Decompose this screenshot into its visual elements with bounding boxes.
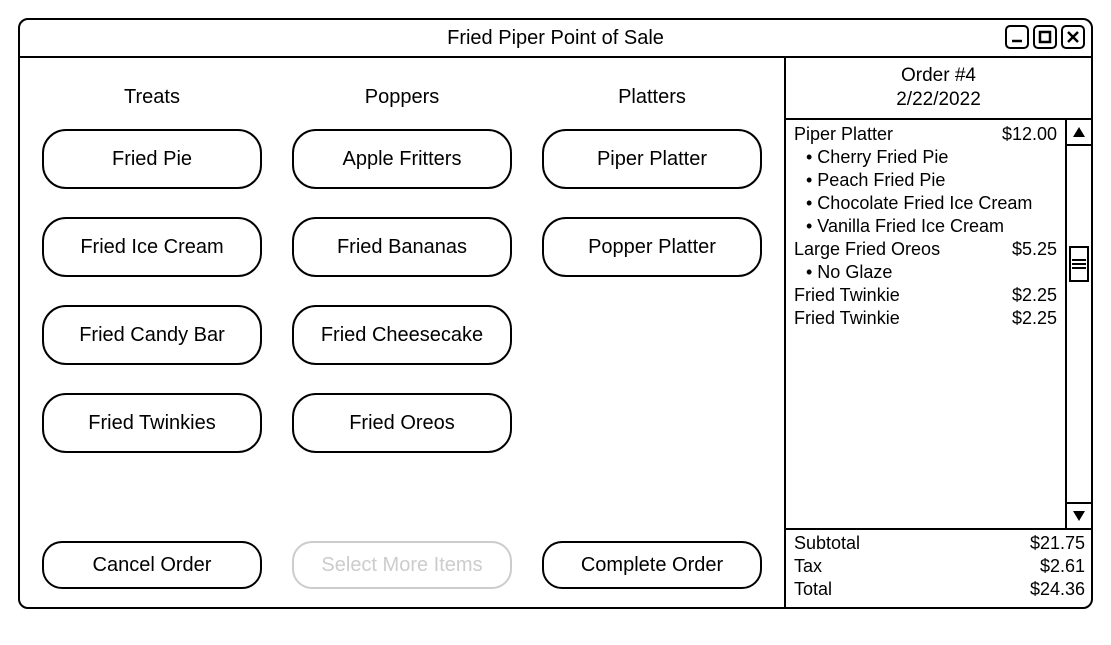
minimize-icon <box>1010 30 1024 44</box>
scrollbar[interactable] <box>1065 120 1091 528</box>
order-line[interactable]: Fried Twinkie$2.25 <box>794 307 1059 330</box>
subtotal-value: $21.75 <box>1030 532 1085 555</box>
scrollbar-thumb[interactable] <box>1069 246 1089 282</box>
minimize-button[interactable] <box>1005 25 1029 49</box>
order-line-name: Large Fried Oreos <box>794 238 1012 261</box>
cancel-order-button[interactable]: Cancel Order <box>42 541 262 589</box>
order-line-name: Piper Platter <box>794 123 1002 146</box>
app-window: Fried Piper Point of Sale Treats Fried P… <box>18 18 1093 609</box>
item-fried-bananas[interactable]: Fried Bananas <box>292 217 512 277</box>
item-fried-twinkies[interactable]: Fried Twinkies <box>42 393 262 453</box>
item-label: Fried Cheesecake <box>321 324 483 347</box>
item-popper-platter[interactable]: Popper Platter <box>542 217 762 277</box>
item-label: Fried Bananas <box>337 236 467 259</box>
action-row: Cancel Order Select More Items Complete … <box>42 535 762 589</box>
window-title: Fried Piper Point of Sale <box>20 27 1091 50</box>
item-label: Piper Platter <box>597 148 707 171</box>
close-button[interactable] <box>1061 25 1085 49</box>
order-subline: • Chocolate Fried Ice Cream <box>794 192 1059 215</box>
order-date: 2/22/2022 <box>790 88 1087 112</box>
button-label: Cancel Order <box>93 554 212 577</box>
item-label: Fried Oreos <box>349 412 455 435</box>
order-subline: • Peach Fried Pie <box>794 169 1059 192</box>
subtotal-label: Subtotal <box>794 532 1030 555</box>
item-piper-platter[interactable]: Piper Platter <box>542 129 762 189</box>
col-treats: Treats Fried Pie Fried Ice Cream Fried C… <box>42 78 262 535</box>
item-label: Fried Candy Bar <box>79 324 225 347</box>
close-icon <box>1066 30 1080 44</box>
complete-order-button[interactable]: Complete Order <box>542 541 762 589</box>
col-title-platters: Platters <box>618 86 686 109</box>
chevron-up-icon <box>1072 126 1086 138</box>
order-line[interactable]: Large Fried Oreos$5.25 <box>794 238 1059 261</box>
maximize-button[interactable] <box>1033 25 1057 49</box>
order-line-price: $2.25 <box>1012 284 1059 307</box>
chevron-down-icon <box>1072 510 1086 522</box>
item-fried-pie[interactable]: Fried Pie <box>42 129 262 189</box>
scrollbar-track[interactable] <box>1067 146 1091 502</box>
maximize-icon <box>1038 30 1052 44</box>
order-line[interactable]: Piper Platter$12.00 <box>794 123 1059 146</box>
item-label: Fried Pie <box>112 148 192 171</box>
col-poppers: Poppers Apple Fritters Fried Bananas Fri… <box>292 78 512 535</box>
total-label: Total <box>794 578 1030 601</box>
menu-panel: Treats Fried Pie Fried Ice Cream Fried C… <box>20 58 784 607</box>
order-line-name: Fried Twinkie <box>794 307 1012 330</box>
order-line-price: $12.00 <box>1002 123 1059 146</box>
item-fried-oreos[interactable]: Fried Oreos <box>292 393 512 453</box>
order-subline: • Cherry Fried Pie <box>794 146 1059 169</box>
col-platters: Platters Piper Platter Popper Platter <box>542 78 762 535</box>
order-line[interactable]: Fried Twinkie$2.25 <box>794 284 1059 307</box>
order-body-wrap: Piper Platter$12.00• Cherry Fried Pie• P… <box>786 120 1091 530</box>
scroll-down-button[interactable] <box>1067 502 1091 528</box>
order-line-price: $2.25 <box>1012 307 1059 330</box>
order-subline: • No Glaze <box>794 261 1059 284</box>
scroll-up-button[interactable] <box>1067 120 1091 146</box>
item-fried-ice-cream[interactable]: Fried Ice Cream <box>42 217 262 277</box>
button-label: Complete Order <box>581 554 723 577</box>
window-controls <box>1005 25 1085 49</box>
item-label: Fried Ice Cream <box>80 236 223 259</box>
item-label: Popper Platter <box>588 236 716 259</box>
item-fried-candy-bar[interactable]: Fried Candy Bar <box>42 305 262 365</box>
item-label: Apple Fritters <box>343 148 462 171</box>
menu-columns: Treats Fried Pie Fried Ice Cream Fried C… <box>42 78 762 535</box>
order-items-list: Piper Platter$12.00• Cherry Fried Pie• P… <box>786 120 1065 528</box>
tax-value: $2.61 <box>1040 555 1085 578</box>
total-value: $24.36 <box>1030 578 1085 601</box>
col-title-treats: Treats <box>124 86 180 109</box>
item-label: Fried Twinkies <box>88 412 215 435</box>
select-more-items-button: Select More Items <box>292 541 512 589</box>
content: Treats Fried Pie Fried Ice Cream Fried C… <box>20 58 1091 607</box>
order-panel: Order #4 2/22/2022 Piper Platter$12.00• … <box>784 58 1091 607</box>
tax-label: Tax <box>794 555 1040 578</box>
order-subline: • Vanilla Fried Ice Cream <box>794 215 1059 238</box>
item-apple-fritters[interactable]: Apple Fritters <box>292 129 512 189</box>
button-label: Select More Items <box>321 554 482 577</box>
order-totals: Subtotal$21.75 Tax$2.61 Total$24.36 <box>786 530 1091 607</box>
titlebar: Fried Piper Point of Sale <box>20 20 1091 58</box>
order-number: Order #4 <box>790 64 1087 88</box>
item-fried-cheesecake[interactable]: Fried Cheesecake <box>292 305 512 365</box>
col-title-poppers: Poppers <box>365 86 440 109</box>
order-line-name: Fried Twinkie <box>794 284 1012 307</box>
order-header: Order #4 2/22/2022 <box>786 58 1091 120</box>
order-line-price: $5.25 <box>1012 238 1059 261</box>
